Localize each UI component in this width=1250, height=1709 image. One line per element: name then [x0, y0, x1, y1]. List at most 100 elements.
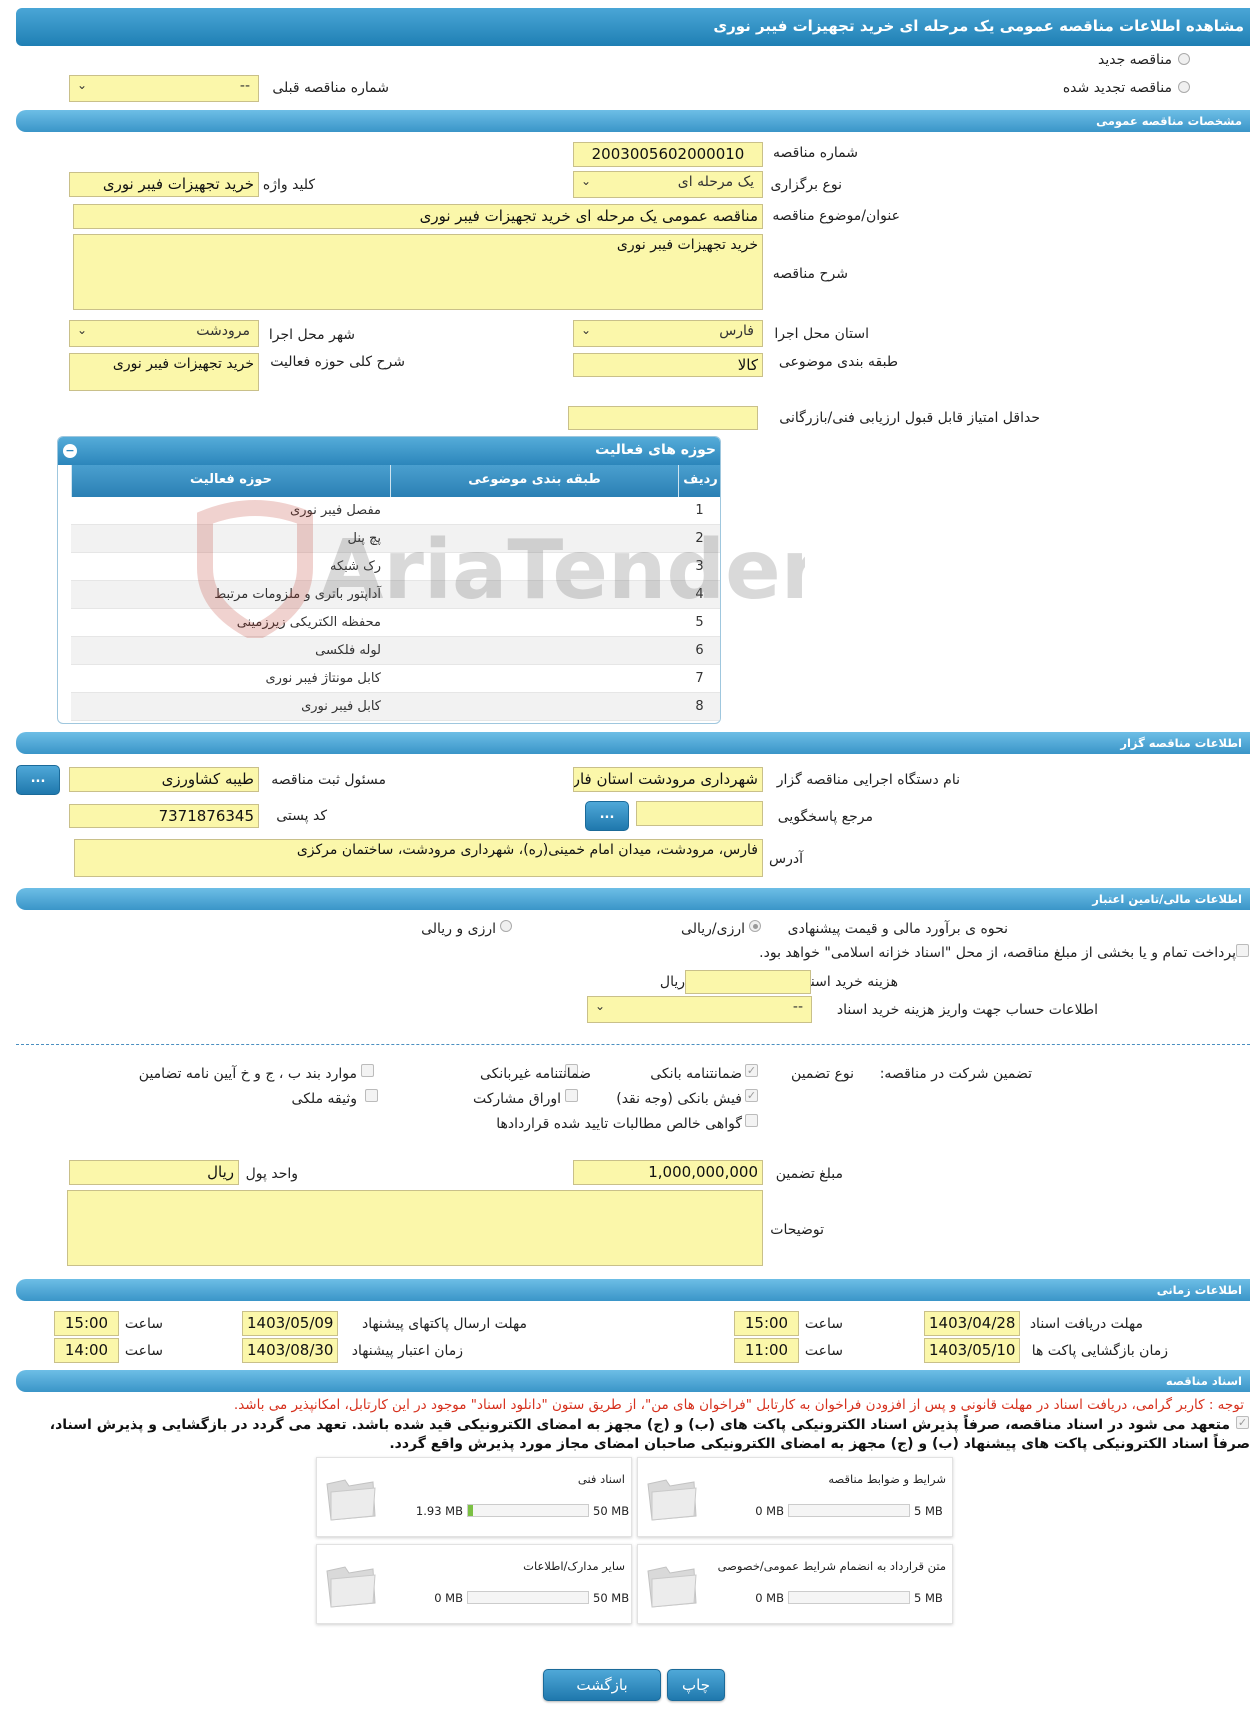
table-row[interactable]: 6 لوله فلکسی: [71, 637, 720, 665]
radio-new-label: مناقصه جدید: [1097, 52, 1172, 68]
radio-fx-rial[interactable]: [500, 920, 512, 932]
tender-number-field[interactable]: 2003005602000010: [573, 142, 763, 167]
validity-time[interactable]: 14:00: [54, 1338, 119, 1363]
bank-receipt-label: فیش بانکی (وجه نقد): [616, 1091, 742, 1107]
description-label: شرح مناقصه: [772, 266, 848, 282]
table-row[interactable]: 7 کابل مونتاژ فیبر نوری: [71, 665, 720, 693]
postal-code-field[interactable]: 7371876345: [69, 804, 259, 828]
col-head-row-num: ردیف: [678, 465, 720, 497]
currency-field[interactable]: ریال: [69, 1160, 239, 1185]
radio-renewed-tender[interactable]: [1178, 81, 1190, 93]
radio-rial[interactable]: [749, 920, 761, 932]
row-category: [391, 497, 671, 525]
file-card-contract[interactable]: متن قرارداد به انضمام شرایط عمومی/خصوصی …: [637, 1544, 953, 1624]
guarantee-amount-field[interactable]: 1,000,000,000: [573, 1160, 763, 1185]
table-row[interactable]: 4 آداپتور باتری و ملزومات مرتبط: [71, 581, 720, 609]
min-score-field[interactable]: [568, 406, 758, 430]
chevron-down-icon: ⌄: [77, 78, 88, 92]
property-checkbox[interactable]: [365, 1089, 378, 1102]
category-field[interactable]: کالا: [573, 353, 763, 377]
other-cases-checkbox[interactable]: [361, 1064, 374, 1077]
folder-icon: [647, 1479, 697, 1521]
divider: [16, 1044, 1250, 1045]
holding-type-select[interactable]: یک مرحله ای ⌄: [573, 171, 763, 198]
subject-field[interactable]: مناقصه عمومی یک مرحله ای خرید تجهیزات فی…: [73, 204, 763, 229]
row-category: [391, 553, 671, 581]
row-activity: لوله فلکسی: [315, 643, 381, 658]
table-row[interactable]: 2 پچ پنل: [71, 525, 720, 553]
bank-guarantee-checkbox[interactable]: ✓: [745, 1064, 758, 1077]
prev-number-select[interactable]: -- ⌄: [69, 75, 259, 102]
address-field[interactable]: فارس، مرودشت، میدان امام خمینی(ره)، شهرد…: [74, 839, 763, 877]
file-size-max: 5 MB: [914, 1591, 943, 1605]
keyword-label: کلید واژه: [262, 177, 315, 193]
table-row[interactable]: 5 محفظه الکتریکی زیرزمینی: [71, 609, 720, 637]
chevron-down-icon: ⌄: [581, 174, 592, 188]
validity-date[interactable]: 1403/08/30: [242, 1338, 338, 1363]
row-activity: آداپتور باتری و ملزومات مرتبط: [214, 587, 381, 602]
bank-receipt-checkbox[interactable]: ✓: [745, 1089, 758, 1102]
submit-deadline-date[interactable]: 1403/05/09: [242, 1311, 338, 1336]
doc-deadline-time[interactable]: 15:00: [734, 1311, 799, 1336]
row-number: 2: [695, 531, 704, 546]
file-size-max: 50 MB: [593, 1591, 630, 1605]
submit-deadline-time[interactable]: 15:00: [54, 1311, 119, 1336]
doc-fee-field[interactable]: [685, 970, 811, 994]
account-info-select[interactable]: -- ⌄: [587, 996, 812, 1023]
commitment-checkbox[interactable]: ✓: [1236, 1416, 1249, 1429]
description-field[interactable]: خرید تجهیزات فیبر نوری: [73, 234, 763, 310]
notes-field[interactable]: [67, 1190, 763, 1266]
subject-label: عنوان/موضوع مناقصه: [772, 208, 900, 224]
folder-icon: [326, 1566, 376, 1608]
file-progress-fill: [468, 1505, 473, 1516]
row-number: 6: [695, 643, 704, 658]
bonds-label: اوراق مشارکت: [472, 1091, 561, 1107]
page-title: مشاهده اطلاعات مناقصه عمومی یک مرحله ای …: [16, 8, 1250, 46]
row-number: 5: [695, 615, 704, 630]
bonds-checkbox[interactable]: [565, 1089, 578, 1102]
net-claims-checkbox[interactable]: [745, 1114, 758, 1127]
doc-deadline-date[interactable]: 1403/04/28: [924, 1311, 1020, 1336]
bank-guarantee-label: ضمانتنامه بانکی: [650, 1066, 742, 1082]
city-select[interactable]: مرودشت ⌄: [69, 320, 259, 347]
file-card-terms[interactable]: شرایط و ضوابط مناقصه 0 MB 5 MB: [637, 1457, 953, 1537]
back-button[interactable]: بازگشت: [543, 1669, 661, 1701]
opening-time[interactable]: 11:00: [734, 1338, 799, 1363]
row-number: 1: [695, 503, 704, 518]
registrar-lookup-button[interactable]: ...: [16, 765, 60, 795]
radio-new-tender[interactable]: [1178, 53, 1190, 65]
file-name: شرایط و ضوابط مناقصه: [828, 1472, 946, 1486]
folder-icon: [326, 1479, 376, 1521]
reference-lookup-button[interactable]: ...: [585, 801, 629, 831]
file-progress-bar: [788, 1591, 910, 1604]
row-category: [391, 665, 671, 693]
treasury-checkbox[interactable]: [1236, 944, 1249, 957]
col-head-activity: حوزه فعالیت: [71, 465, 390, 497]
table-row[interactable]: 1 مفصل فیبر نوری: [71, 497, 720, 525]
file-card-technical[interactable]: اسناد فنی 1.93 MB 50 MB: [316, 1457, 632, 1537]
file-progress-bar: [467, 1591, 589, 1604]
table-row[interactable]: 3 رک شبکه: [71, 553, 720, 581]
min-score-label: حداقل امتیاز قابل قبول ارزیابی فنی/بازرگ…: [779, 410, 1040, 426]
opening-date[interactable]: 1403/05/10: [924, 1338, 1020, 1363]
file-size-current: 0 MB: [755, 1504, 784, 1518]
activity-desc-field[interactable]: خرید تجهیزات فیبر نوری: [69, 353, 259, 391]
file-size-max: 5 MB: [914, 1504, 943, 1518]
print-button[interactable]: چاپ: [667, 1669, 725, 1701]
table-row[interactable]: 8 کابل فیبر نوری: [71, 693, 720, 721]
organizer-section-header: اطلاعات مناقصه گزار: [16, 732, 1250, 754]
row-number: 3: [695, 559, 704, 574]
tender-number-label: شماره مناقصه: [773, 145, 858, 161]
org-name-field[interactable]: شهرداری مرودشت استان فارس: [573, 767, 763, 792]
row-activity: کابل مونتاژ فیبر نوری: [265, 671, 382, 686]
collapse-icon[interactable]: −: [63, 444, 77, 458]
postal-code-label: کد پستی: [276, 808, 327, 824]
province-select[interactable]: فارس ⌄: [573, 320, 763, 347]
file-card-other[interactable]: سایر مدارک/اطلاعات 0 MB 50 MB: [316, 1544, 632, 1624]
finance-section-header: اطلاعات مالی/تامین اعتبار: [16, 888, 1250, 910]
registrar-field[interactable]: طیبه کشاورزی: [69, 767, 259, 792]
reference-field[interactable]: [636, 801, 763, 826]
row-activity: رک شبکه: [329, 559, 381, 574]
keyword-field[interactable]: خرید تجهیزات فیبر نوری: [69, 172, 259, 197]
file-name: اسناد فنی: [577, 1472, 625, 1486]
